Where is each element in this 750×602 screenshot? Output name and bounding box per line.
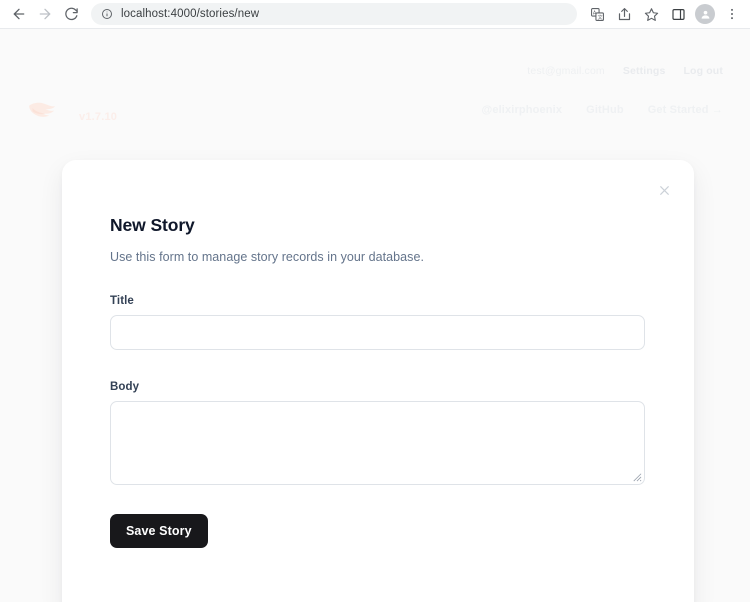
brand[interactable]: v1.7.10 xyxy=(27,98,117,123)
kebab-menu-icon[interactable] xyxy=(720,2,744,26)
site-header: v1.7.10 @elixirphoenix GitHub Get Starte… xyxy=(0,95,750,125)
translate-icon[interactable]: A 文 xyxy=(585,2,609,26)
bookmark-star-icon[interactable] xyxy=(639,2,663,26)
nav-item-github[interactable]: GitHub xyxy=(586,104,624,116)
title-label: Title xyxy=(110,295,134,307)
close-icon xyxy=(659,185,669,195)
translate-glyph-icon: A 文 xyxy=(590,7,604,21)
form-actions: Save Story xyxy=(110,514,646,548)
field-body: Body xyxy=(110,381,646,485)
side-panel-icon[interactable] xyxy=(666,2,690,26)
nav-item-twitter[interactable]: @elixirphoenix xyxy=(481,104,562,116)
body-textarea-wrapper xyxy=(110,401,645,485)
back-arrow-icon xyxy=(13,8,25,20)
title-input[interactable] xyxy=(110,315,645,350)
new-story-modal: New Story Use this form to manage story … xyxy=(62,160,694,602)
close-button[interactable] xyxy=(653,179,675,201)
new-story-form: Title Body Save Story xyxy=(110,295,646,548)
settings-link[interactable]: Settings xyxy=(623,65,666,77)
side-panel-glyph-icon xyxy=(671,8,685,20)
nav-item-get-started[interactable]: Get Started → xyxy=(648,104,723,116)
forward-button[interactable] xyxy=(32,1,58,27)
star-glyph-icon xyxy=(644,7,658,21)
back-button[interactable] xyxy=(6,1,32,27)
logout-link[interactable]: Log out xyxy=(683,65,723,77)
site-info-icon[interactable] xyxy=(101,8,113,20)
reload-icon xyxy=(64,7,78,20)
avatar xyxy=(695,4,715,24)
person-glyph-icon xyxy=(701,10,709,19)
version-label: v1.7.10 xyxy=(79,110,118,123)
modal-body: New Story Use this form to manage story … xyxy=(62,160,694,548)
url-text: localhost:4000/stories/new xyxy=(121,8,260,20)
profile-avatar[interactable] xyxy=(693,2,717,26)
toolbar-actions: A 文 xyxy=(585,2,744,26)
user-email: test@gmail.com xyxy=(527,65,605,77)
share-icon[interactable] xyxy=(612,2,636,26)
field-title: Title xyxy=(110,295,646,350)
page-title: New Story xyxy=(110,215,195,235)
share-glyph-icon xyxy=(618,7,630,20)
page-content: test@gmail.com Settings Log out v1.7.10 … xyxy=(0,29,750,602)
reload-button[interactable] xyxy=(58,1,84,27)
modal-subtitle: Use this form to manage story records in… xyxy=(110,250,425,264)
kebab-glyph-icon xyxy=(731,8,733,20)
address-bar[interactable]: localhost:4000/stories/new xyxy=(91,3,577,25)
forward-arrow-icon xyxy=(39,8,51,20)
svg-text:文: 文 xyxy=(597,14,602,21)
save-story-button[interactable]: Save Story xyxy=(110,514,208,548)
body-input[interactable] xyxy=(110,401,645,485)
browser-toolbar: localhost:4000/stories/new A 文 xyxy=(0,0,750,29)
phoenix-logo-icon xyxy=(29,102,56,117)
user-menu: test@gmail.com Settings Log out xyxy=(527,65,723,77)
info-circle-icon xyxy=(102,9,112,19)
body-label: Body xyxy=(110,381,140,393)
site-nav: @elixirphoenix GitHub Get Started → xyxy=(481,104,723,116)
